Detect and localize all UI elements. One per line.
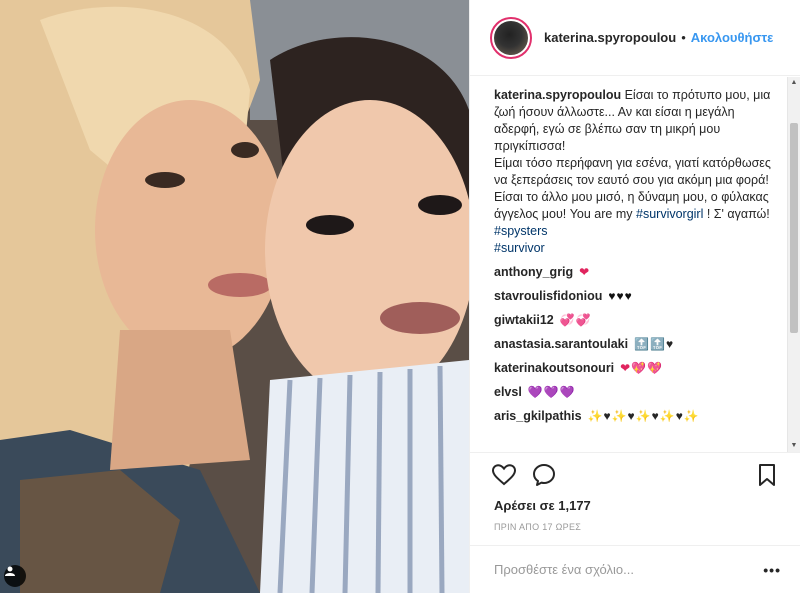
bookmark-icon[interactable] [753, 461, 781, 489]
avatar[interactable] [490, 16, 532, 59]
hashtag-survivor[interactable]: #survivor [494, 241, 545, 255]
comment-username[interactable]: katerinakoutsonouri [494, 360, 614, 377]
caption: katerina.spyropoulou Είσαι το πρότυπο μο… [494, 87, 778, 257]
user-tag-icon[interactable] [4, 565, 26, 587]
comment-text: ❤💖💖 [620, 361, 664, 375]
follow-button[interactable]: Ακολουθήστε [691, 30, 774, 45]
list-item: aris_gkilpathis ✨♥✨♥✨♥✨♥✨ [494, 408, 778, 425]
caption-text-mid: ! Σ' αγαπώ! [703, 207, 770, 221]
header-username[interactable]: katerina.spyropoulou [544, 30, 676, 45]
heart-outline-icon[interactable] [490, 461, 518, 489]
comment-text: 💜💜💜 [527, 385, 576, 399]
list-item: katerinakoutsonouri ❤💖💖 [494, 360, 778, 377]
caption-username[interactable]: katerina.spyropoulou [494, 88, 621, 102]
scroll-up-icon[interactable]: ▲ [788, 77, 800, 89]
comment-username[interactable]: aris_gkilpathis [494, 408, 582, 425]
comment-bubble-icon[interactable] [530, 461, 558, 489]
hashtag-spysters[interactable]: #spysters [494, 224, 548, 238]
hashtag-survivorgirl[interactable]: #survivorgirl [636, 207, 703, 221]
comments-scrollbar[interactable]: ▲ ▼ [787, 77, 800, 452]
list-item: anthony_grig ❤ [494, 264, 778, 281]
list-item: elvsl 💜💜💜 [494, 384, 778, 401]
comment-username[interactable]: anthony_grig [494, 264, 573, 281]
comment-username[interactable]: stavroulisfidoniou [494, 288, 602, 305]
comment-username[interactable]: elvsl [494, 384, 522, 401]
scrollbar-thumb[interactable] [790, 123, 798, 333]
header-separator: • [681, 30, 686, 45]
scroll-down-icon[interactable]: ▼ [788, 440, 800, 452]
list-item: stavroulisfidoniou ♥♥♥ [494, 288, 778, 305]
caption-text-2: Είμαι τόσο περήφανη για εσένα, γιατί κατ… [494, 156, 771, 187]
post-header: katerina.spyropoulou • Ακολουθήστε [470, 0, 800, 76]
list-item: anastasia.sarantoulaki 🔝🔝♥ [494, 336, 778, 353]
post-details-panel: katerina.spyropoulou • Ακολουθήστε kater… [469, 0, 800, 593]
more-options-icon[interactable]: ••• [763, 562, 781, 578]
photo-illustration [0, 0, 469, 593]
action-bar [470, 452, 800, 496]
comment-username[interactable]: giwtakii12 [494, 312, 554, 329]
list-item: giwtakii12 💞💞 [494, 312, 778, 329]
comment-input[interactable]: Προσθέστε ένα σχόλιο... [494, 562, 763, 577]
likes-count[interactable]: Αρέσει σε 1,177 [494, 498, 591, 513]
comment-text: 🔝🔝♥ [634, 337, 675, 351]
post-photo[interactable] [0, 0, 469, 593]
add-comment-bar: Προσθέστε ένα σχόλιο... ••• [470, 545, 800, 593]
comment-text: 💞💞 [559, 313, 592, 327]
comment-username[interactable]: anastasia.sarantoulaki [494, 336, 628, 353]
post-timestamp[interactable]: ΠΡΙΝ ΑΠΟ 17 ΩΡΕΣ [494, 522, 581, 532]
comment-text: ♥♥♥ [608, 289, 633, 303]
comment-text: ❤ [579, 265, 591, 279]
comment-text: ✨♥✨♥✨♥✨♥✨ [587, 409, 700, 423]
comments-list[interactable]: katerina.spyropoulou Είσαι το πρότυπο μο… [470, 77, 788, 452]
